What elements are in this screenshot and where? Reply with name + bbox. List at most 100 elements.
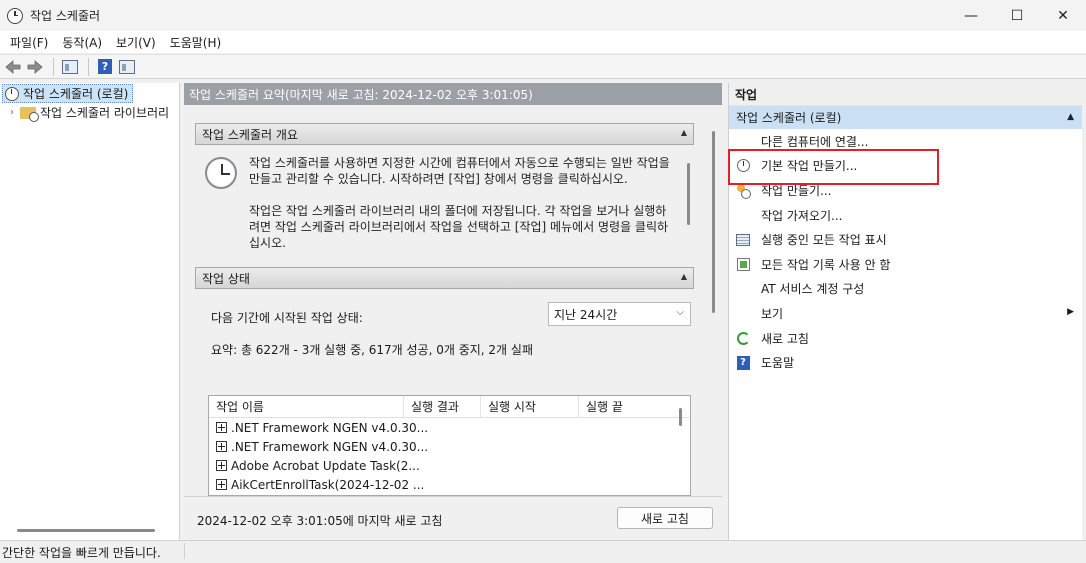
action-label: 작업 가져오기... xyxy=(761,208,843,223)
menu-file[interactable]: 파일(F) xyxy=(3,34,55,51)
action-label: 작업 만들기... xyxy=(761,183,832,198)
table-row[interactable]: .NET Framework NGEN v4.0.30... xyxy=(209,437,690,456)
chevron-down-icon: ⌵ xyxy=(676,307,684,318)
close-button[interactable]: ✕ xyxy=(1040,0,1086,31)
action-label: 모든 작업 기록 사용 안 함 xyxy=(761,257,891,272)
action-display-running-tasks[interactable]: 실행 중인 모든 작업 표시 xyxy=(729,227,1082,252)
section-title: 작업 스케줄러 (로컬) xyxy=(736,111,842,125)
column-header-run-result[interactable]: 실행 결과 xyxy=(404,396,481,417)
window-controls: — ☐ ✕ xyxy=(948,0,1086,31)
action-create-task[interactable]: 작업 만들기... xyxy=(729,178,1082,203)
vertical-scrollbar[interactable] xyxy=(687,163,690,225)
action-label: 도움말 xyxy=(761,356,795,371)
table-row[interactable]: .NET Framework NGEN v4.0.30... xyxy=(209,418,690,437)
blank-icon xyxy=(735,133,751,149)
expand-plus-icon[interactable] xyxy=(216,422,227,433)
collapse-arrow-icon[interactable]: ▲ xyxy=(681,128,687,137)
action-import-task[interactable]: 작업 가져오기... xyxy=(729,203,1082,228)
create-task-icon xyxy=(736,183,751,199)
console-tree-icon xyxy=(62,59,78,74)
clock-icon xyxy=(205,157,237,189)
horizontal-scrollbar[interactable] xyxy=(17,529,155,532)
period-label: 다음 기간에 시작된 작업 상태: xyxy=(211,311,363,325)
toolbar-separator xyxy=(53,57,54,76)
action-connect-another-computer[interactable]: 다른 컴퓨터에 연결... xyxy=(729,129,1082,154)
vertical-scrollbar[interactable] xyxy=(679,408,682,426)
minimize-button[interactable]: — xyxy=(948,0,994,31)
help-button[interactable]: ? xyxy=(95,58,115,76)
overview-section-body: 작업 스케줄러를 사용하면 지정한 시간에 컴퓨터에서 자동으로 수행되는 일반… xyxy=(195,149,694,259)
action-help[interactable]: ? 도움말 xyxy=(729,350,1082,375)
status-bar-divider xyxy=(184,543,185,559)
library-folder-icon xyxy=(20,106,39,122)
expand-plus-icon[interactable] xyxy=(216,441,227,452)
action-create-basic-task[interactable]: 기본 작업 만들기... xyxy=(729,154,1082,179)
actions-section-header[interactable]: 작업 스케줄러 (로컬) ▲ xyxy=(729,106,1082,129)
menu-action[interactable]: 동작(A) xyxy=(55,34,109,51)
overview-paragraph: 작업 스케줄러를 사용하면 지정한 시간에 컴퓨터에서 자동으로 수행되는 일반… xyxy=(249,156,670,186)
section-title: 작업 스케줄러 개요 xyxy=(202,127,298,142)
section-title: 작업 상태 xyxy=(202,271,250,286)
last-refresh-text: 2024-12-02 오후 3:01:05에 마지막 새로 고침 xyxy=(197,514,443,528)
tree-item-label: 작업 스케줄러 (로컬) xyxy=(23,87,129,101)
forward-arrow-icon[interactable] xyxy=(25,58,45,76)
collapse-arrow-icon[interactable]: ▲ xyxy=(1067,112,1074,122)
actions-title: 작업 xyxy=(729,83,1082,106)
period-value: 지난 24시간 xyxy=(554,307,618,322)
actions-pane: 작업 작업 스케줄러 (로컬) ▲ 다른 컴퓨터에 연결... 기본 작업 만들… xyxy=(728,83,1082,540)
action-label: AT 서비스 계정 구성 xyxy=(761,282,865,297)
show-hide-action-pane-button[interactable] xyxy=(117,58,137,76)
period-select[interactable]: 지난 24시간 ⌵ xyxy=(548,302,691,326)
task-name: AikCertEnrollTask(2024-12-02 ... xyxy=(231,477,425,492)
collapse-arrow-icon[interactable]: ▲ xyxy=(681,272,687,281)
blank-icon xyxy=(735,305,751,321)
action-view[interactable]: 보기 ▶ xyxy=(729,301,1082,326)
action-label: 실행 중인 모든 작업 표시 xyxy=(761,233,887,248)
action-refresh[interactable]: 새로 고침 xyxy=(729,326,1082,351)
refresh-button[interactable]: 새로 고침 xyxy=(617,507,713,529)
column-header-task-name[interactable]: 작업 이름 xyxy=(209,396,404,417)
tree-item-task-scheduler-local[interactable]: 작업 스케줄러 (로컬) xyxy=(2,84,134,103)
task-name: Adobe Acrobat Update Task(2... xyxy=(231,458,420,473)
show-hide-console-tree-button[interactable] xyxy=(60,58,80,76)
help-icon: ? xyxy=(736,355,750,370)
vertical-scrollbar[interactable] xyxy=(712,131,715,313)
action-disable-task-history[interactable]: 모든 작업 기록 사용 안 함 xyxy=(729,252,1082,277)
column-header-run-end[interactable]: 실행 끝 xyxy=(579,396,677,417)
summary-footer: 2024-12-02 오후 3:01:05에 마지막 새로 고침 새로 고침 xyxy=(184,496,722,540)
task-status-section-body: 다음 기간에 시작된 작업 상태: 지난 24시간 ⌵ 요약: 총 622개 -… xyxy=(195,291,694,496)
back-arrow-icon[interactable] xyxy=(3,58,23,76)
overview-paragraph: 작업은 작업 스케줄러 라이브러리 내의 폴더에 저장됩니다. 각 작업을 보거… xyxy=(249,204,669,250)
table-row[interactable]: Adobe Acrobat Update Task(2... xyxy=(209,456,690,475)
status-text: 간단한 작업을 빠르게 만듭니다. xyxy=(2,545,161,560)
table-row[interactable]: AikCertEnrollTask(2024-12-02 ... xyxy=(209,475,690,494)
action-label: 보기 xyxy=(761,306,784,321)
console-tree: 작업 스케줄러 (로컬) › 작업 스케줄러 라이브러리 xyxy=(0,83,180,540)
expand-plus-icon[interactable] xyxy=(216,479,227,490)
blank-icon xyxy=(735,281,751,297)
title-bar: 작업 스케줄러 — ☐ ✕ xyxy=(0,0,1086,31)
action-label: 기본 작업 만들기... xyxy=(761,159,858,174)
task-history-icon xyxy=(736,257,750,271)
overview-section-header[interactable]: 작업 스케줄러 개요 ▲ xyxy=(195,123,694,145)
status-summary: 요약: 총 622개 - 3개 실행 중, 617개 성공, 0개 중지, 2개… xyxy=(211,343,533,357)
action-label: 다른 컴퓨터에 연결... xyxy=(761,134,869,149)
submenu-arrow-icon: ▶ xyxy=(1067,307,1074,318)
menu-help[interactable]: 도움말(H) xyxy=(163,34,229,51)
blank-icon xyxy=(735,207,751,223)
toolbar-separator xyxy=(88,57,89,76)
menu-view[interactable]: 보기(V) xyxy=(109,34,163,51)
expand-plus-icon[interactable] xyxy=(216,460,227,471)
tree-item-task-scheduler-library[interactable]: › 작업 스케줄러 라이브러리 xyxy=(0,103,179,122)
action-at-service-account[interactable]: AT 서비스 계정 구성 xyxy=(729,277,1082,302)
help-icon: ? xyxy=(98,59,112,74)
action-pane-icon xyxy=(119,59,135,74)
maximize-button[interactable]: ☐ xyxy=(994,0,1040,31)
task-status-section-header[interactable]: 작업 상태 ▲ xyxy=(195,267,694,289)
column-header-run-start[interactable]: 실행 시작 xyxy=(481,396,579,417)
running-tasks-icon xyxy=(736,233,750,246)
toolbar: ? xyxy=(0,54,1086,79)
task-name: .NET Framework NGEN v4.0.30... xyxy=(231,420,429,435)
expand-chevron-icon[interactable]: › xyxy=(6,107,18,118)
task-name: .NET Framework NGEN v4.0.30... xyxy=(231,439,429,454)
